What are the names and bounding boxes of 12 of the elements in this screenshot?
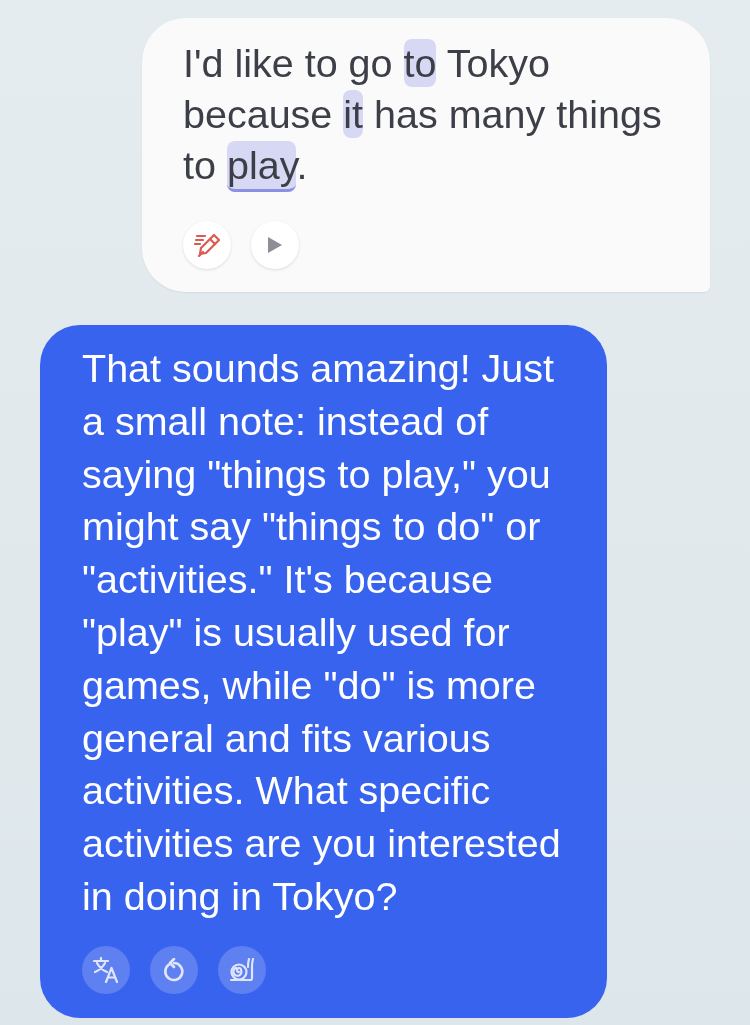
replay-button[interactable]	[150, 945, 198, 994]
replay-icon	[163, 957, 185, 982]
play-icon	[268, 237, 282, 253]
translate-icon	[93, 956, 119, 983]
slow-speed-button[interactable]	[218, 945, 266, 994]
translate-button[interactable]	[82, 945, 130, 994]
user-message-text: I'd like to go to Tokyo because it has many things to play.	[183, 38, 683, 191]
correction-button[interactable]	[183, 221, 231, 269]
play-button[interactable]	[251, 221, 299, 269]
pencil-icon	[194, 233, 220, 257]
assistant-message-text: That sounds amazing! Just a small note: instead of saying "things to play," you might say "things to do" or "activities." It's because "play" is usually used for games, while "do" is more general and fits various activities. What specific activities are you interested in doing in Tokyo?	[82, 345, 562, 920]
snail-icon	[229, 957, 255, 982]
